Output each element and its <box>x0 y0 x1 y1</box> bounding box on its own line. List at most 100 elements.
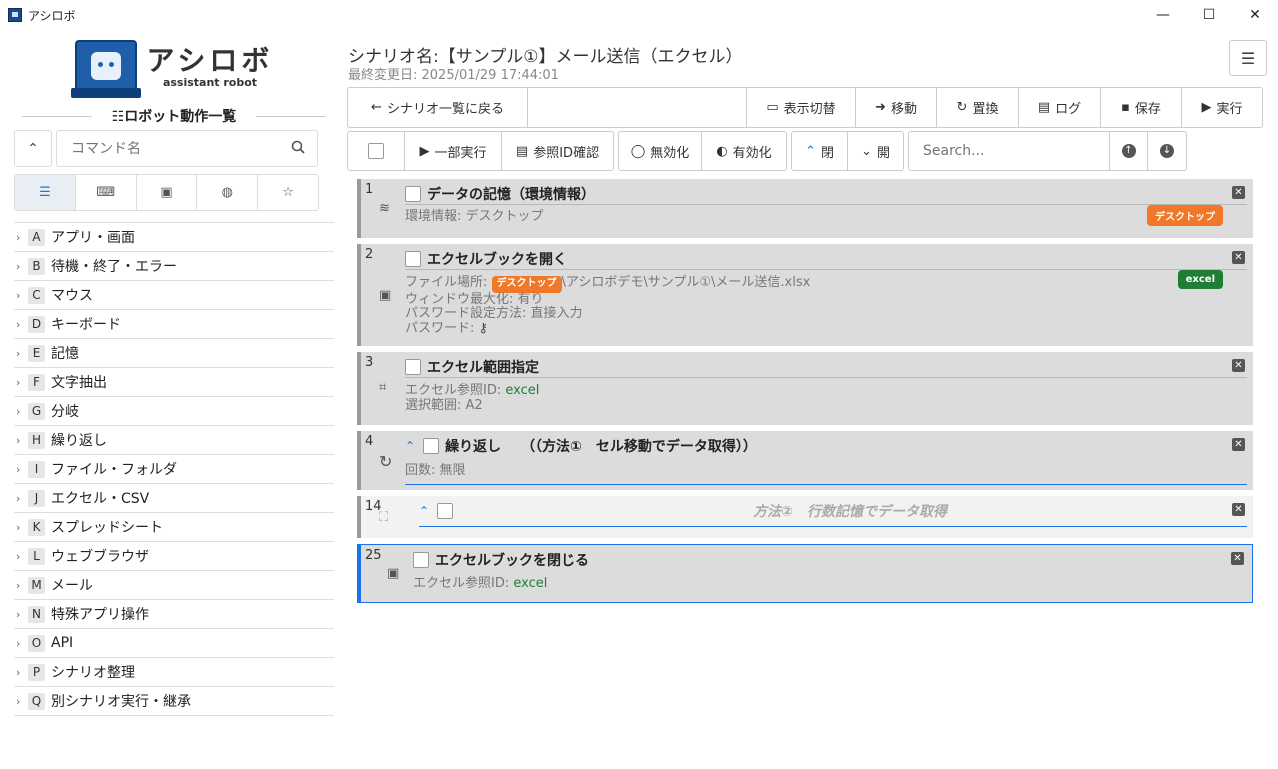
category-item-n[interactable]: › N 特殊アプリ操作 <box>14 600 334 629</box>
env-value: デスクトップ <box>465 209 544 224</box>
collapse-block-icon[interactable]: ⌃ <box>405 439 415 453</box>
search-next-button[interactable]: ↓ <box>1148 132 1186 170</box>
move-button[interactable]: ➜ 移動 <box>856 88 937 127</box>
refresh-icon: ↻ <box>956 100 968 115</box>
desktop-badge: デスクトップ <box>491 276 562 293</box>
category-item-p[interactable]: › P シナリオ整理 <box>14 658 334 687</box>
category-item-g[interactable]: › G 分岐 <box>14 397 334 426</box>
chevron-right-icon: › <box>16 549 21 563</box>
category-item-a[interactable]: › A アプリ・画面 <box>14 223 334 252</box>
toggle-on-icon: ◐ <box>716 143 728 159</box>
title-bar: アシロボ <box>0 0 1278 30</box>
document-icon: ▤ <box>1037 100 1051 115</box>
step-14[interactable]: 14 ⛶ ⌃ 方法② 行数記憶でデータ取得 ✕ <box>357 496 1253 538</box>
category-key: K <box>28 518 45 536</box>
delete-step-icon[interactable]: ✕ <box>1231 552 1244 565</box>
category-item-q[interactable]: › Q 別シナリオ実行・継承 <box>14 687 334 716</box>
loop-icon: ↻ <box>379 452 393 471</box>
collapse-steps-button[interactable]: ⌃ 閉 <box>792 132 848 170</box>
chevron-right-icon: › <box>16 346 21 360</box>
search-prev-button[interactable]: ↑ <box>1110 132 1148 170</box>
close-window-button[interactable]: ✕ <box>1232 0 1278 30</box>
save-button[interactable]: ▪ 保存 <box>1101 88 1182 127</box>
arrow-left-icon: ← <box>371 100 382 115</box>
expand-steps-button[interactable]: ⌄ 開 <box>848 132 903 170</box>
step-checkbox[interactable] <box>437 503 454 519</box>
category-item-j[interactable]: › J エクセル・CSV <box>14 484 334 513</box>
command-search-input[interactable] <box>57 131 277 166</box>
hamburger-menu-button[interactable]: ☰ <box>1229 40 1267 76</box>
chevron-right-icon: › <box>16 665 21 679</box>
category-item-f[interactable]: › F 文字抽出 <box>14 368 334 397</box>
star-icon[interactable]: ☆ <box>258 175 318 210</box>
toggle-display-button[interactable]: ▭ 表示切替 <box>747 88 856 127</box>
step-checkbox[interactable] <box>405 250 421 267</box>
category-key: F <box>28 373 45 391</box>
category-item-k[interactable]: › K スプレッドシート <box>14 513 334 542</box>
toggle-off-icon: ◯ <box>630 143 646 159</box>
collapse-all-button[interactable]: ⌃ <box>14 130 52 167</box>
step-title: 繰り返し <box>445 439 502 455</box>
category-item-m[interactable]: › M メール <box>14 571 334 600</box>
logo: アシロボ assistant robot <box>14 38 334 98</box>
category-item-o[interactable]: › O API <box>14 629 334 658</box>
chevron-right-icon: › <box>16 607 21 621</box>
category-item-c[interactable]: › C マウス <box>14 281 334 310</box>
excel-file-icon: ▣ <box>379 288 392 303</box>
step-checkbox[interactable] <box>405 185 421 202</box>
delete-step-icon[interactable]: ✕ <box>1232 251 1245 264</box>
globe-icon[interactable]: ◍ <box>197 175 259 210</box>
search-icon[interactable] <box>291 140 305 154</box>
category-item-h[interactable]: › H 繰り返し <box>14 426 334 455</box>
chevron-right-icon: › <box>16 317 21 331</box>
partial-run-button[interactable]: ▶ 一部実行 <box>405 132 502 170</box>
collapse-block-icon[interactable]: ⌃ <box>419 504 429 518</box>
step-checkbox[interactable] <box>423 438 440 454</box>
minimize-button[interactable]: — <box>1140 0 1186 30</box>
play-circle-icon: ▶ <box>419 143 430 159</box>
step-1[interactable]: 1 ≋ データの記憶（環境情報） ✕ 環境情報: デスクトップ デスクトップ <box>357 179 1253 238</box>
category-item-e[interactable]: › E 記憶 <box>14 339 334 368</box>
category-label: エクセル・CSV <box>51 491 150 507</box>
list-icon[interactable]: ☰ <box>15 175 76 210</box>
step-25[interactable]: 25 ▣ エクセルブックを閉じる ✕ エクセル参照ID: excel <box>357 544 1253 603</box>
excel-icon[interactable]: ▣ <box>137 175 198 210</box>
category-key: M <box>28 576 45 594</box>
ref-id-check-button[interactable]: ▤ 参照ID確認 <box>502 132 613 170</box>
last-modified: 最終変更日: 2025/01/29 17:44:01 <box>348 68 559 83</box>
block-underline <box>419 526 1247 527</box>
delete-step-icon[interactable]: ✕ <box>1232 359 1245 372</box>
back-to-scenario-list-button[interactable]: ← シナリオ一覧に戻る <box>348 88 528 127</box>
step-checkbox[interactable] <box>405 358 421 375</box>
step-4[interactable]: 4 ↻ ⌃ 繰り返し （（方法① セル移動でデータ取得）） ✕ 回数: 無限 <box>357 431 1253 490</box>
run-button[interactable]: ▶ 実行 <box>1182 88 1262 127</box>
step-2[interactable]: 2 ▣ エクセルブックを開く ✕ ファイル場所: デスクトップ \アシロボデモ\サ… <box>357 244 1253 346</box>
keyboard-icon[interactable]: ⌨ <box>76 175 137 210</box>
step-search-input[interactable] <box>909 132 1110 170</box>
category-item-l[interactable]: › L ウェブブラウザ <box>14 542 334 571</box>
category-item-d[interactable]: › D キーボード <box>14 310 334 339</box>
replace-button[interactable]: ↻ 置換 <box>937 88 1019 127</box>
log-button[interactable]: ▤ ログ <box>1019 88 1101 127</box>
disable-button[interactable]: ◯ 無効化 <box>619 132 702 170</box>
step-number: 1 <box>365 182 374 197</box>
category-key: E <box>28 344 45 362</box>
enable-button[interactable]: ◐ 有効化 <box>702 132 786 170</box>
window-title: アシロボ <box>28 8 76 23</box>
select-all-checkbox[interactable] <box>348 132 405 170</box>
delete-step-icon[interactable]: ✕ <box>1232 438 1245 451</box>
category-label: API <box>51 635 74 651</box>
category-label: マウス <box>51 288 93 304</box>
chevron-right-icon: › <box>16 694 21 708</box>
category-list: › A アプリ・画面 › B 待機・終了・エラー › C マウス › D キーボード › E 記憶 › F 文字抽… <box>14 222 334 716</box>
category-item-i[interactable]: › I ファイル・フォルダ <box>14 455 334 484</box>
category-item-b[interactable]: › B 待機・終了・エラー <box>14 252 334 281</box>
category-label: 特殊アプリ操作 <box>51 607 149 623</box>
step-3[interactable]: 3 ⌗ エクセル範囲指定 ✕ エクセル参照ID: excel 選択範囲: A2 <box>357 352 1253 425</box>
action-list-title: ☷ロボット動作一覧 <box>111 109 237 125</box>
delete-step-icon[interactable]: ✕ <box>1232 503 1245 516</box>
command-search <box>56 130 318 167</box>
step-checkbox[interactable] <box>413 552 429 568</box>
delete-step-icon[interactable]: ✕ <box>1232 186 1245 199</box>
maximize-button[interactable]: ☐ <box>1186 0 1232 30</box>
